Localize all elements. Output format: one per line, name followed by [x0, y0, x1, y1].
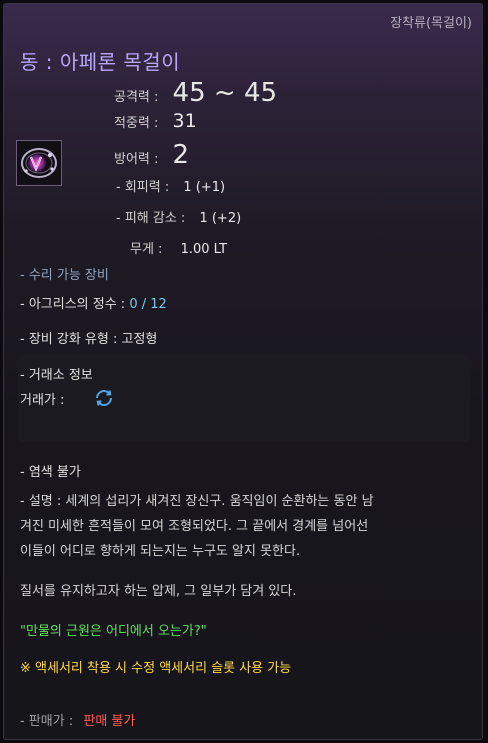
attack-value: 45 ~ 45 [172, 78, 278, 108]
market-price-label: 거래가 : [20, 393, 65, 408]
description-quote: "만물의 근원은 어디에서 오는가?" [20, 624, 207, 639]
item-description: - 설명 : 세계의 섭리가 새겨진 장신구. 움직임이 순환하는 동안 남 겨… [20, 489, 472, 681]
weight-label: 무게 : [130, 242, 163, 257]
accuracy-value: 31 [172, 110, 197, 132]
weight-stat: 무게 : 1.00 LT [130, 238, 227, 257]
sell-price-value: 판매 불가 [83, 714, 136, 729]
damage-reduction-stat: - 피해 감소 : 1 (+2) [116, 207, 241, 226]
refresh-icon[interactable] [92, 386, 116, 410]
sell-price-row: - 판매가 : 판매 불가 [20, 710, 135, 729]
agris-essence: - 아그리스의 정수 : 0 / 12 [20, 293, 167, 312]
item-category: 장착류(목걸이) [390, 16, 472, 31]
market-price-row: 거래가 : [20, 389, 64, 408]
damage-reduction-value: 1 (+2) [199, 211, 242, 226]
description-line-3: 이들이 어디로 향하게 되는지는 누구도 알지 못한다. [20, 544, 301, 559]
defense-stat: 방어력 : 2 [114, 140, 189, 170]
damage-reduction-label: - 피해 감소 : [116, 211, 186, 226]
accuracy-label: 적중력 : [114, 116, 159, 131]
attack-label: 공격력 : [114, 90, 159, 105]
attack-stat: 공격력 : 45 ~ 45 [114, 78, 277, 108]
market-header: - 거래소 정보 [20, 368, 93, 383]
dye-status: - 염색 불가 [20, 465, 81, 480]
necklace-icon [16, 140, 62, 186]
description-line-4: 질서를 유지하고자 하는 압제, 그 일부가 담겨 있다. [20, 584, 297, 599]
agris-value: 0 / 12 [129, 297, 167, 312]
evasion-label: - 회피력 : [116, 180, 170, 195]
evasion-value: 1 (+1) [183, 180, 226, 195]
description-line-1: - 설명 : 세계의 섭리가 새겨진 장신구. 움직임이 순환하는 동안 남 [20, 494, 374, 509]
weight-value: 1.00 LT [180, 242, 228, 257]
item-name: 동 : 아페론 목걸이 [20, 50, 181, 74]
description-line-2: 겨진 미세한 흔적들이 모여 조형되었다. 그 끝에서 경계를 넘어선 [20, 519, 369, 534]
sell-price-label: - 판매가 : [20, 714, 74, 729]
evasion-stat: - 회피력 : 1 (+1) [116, 176, 225, 195]
agris-label: - 아그리스의 정수 : [20, 297, 126, 312]
item-tooltip: 장착류(목걸이) 동 : 아페론 목걸이 공격력 : 45 ~ 45 적중력:… [3, 3, 483, 740]
repairable-text: - 수리 가능 장비 [20, 268, 109, 283]
accessory-slot-note: ※ 액세서리 착용 시 수정 액세서리 슬롯 사용 가능 [20, 661, 292, 676]
enhance-type: - 장비 강화 유형 : 고정형 [20, 332, 158, 347]
accuracy-stat: 적중력 : 31 [114, 110, 197, 132]
defense-value: 2 [172, 140, 190, 170]
defense-label: 방어력 : [114, 152, 159, 167]
